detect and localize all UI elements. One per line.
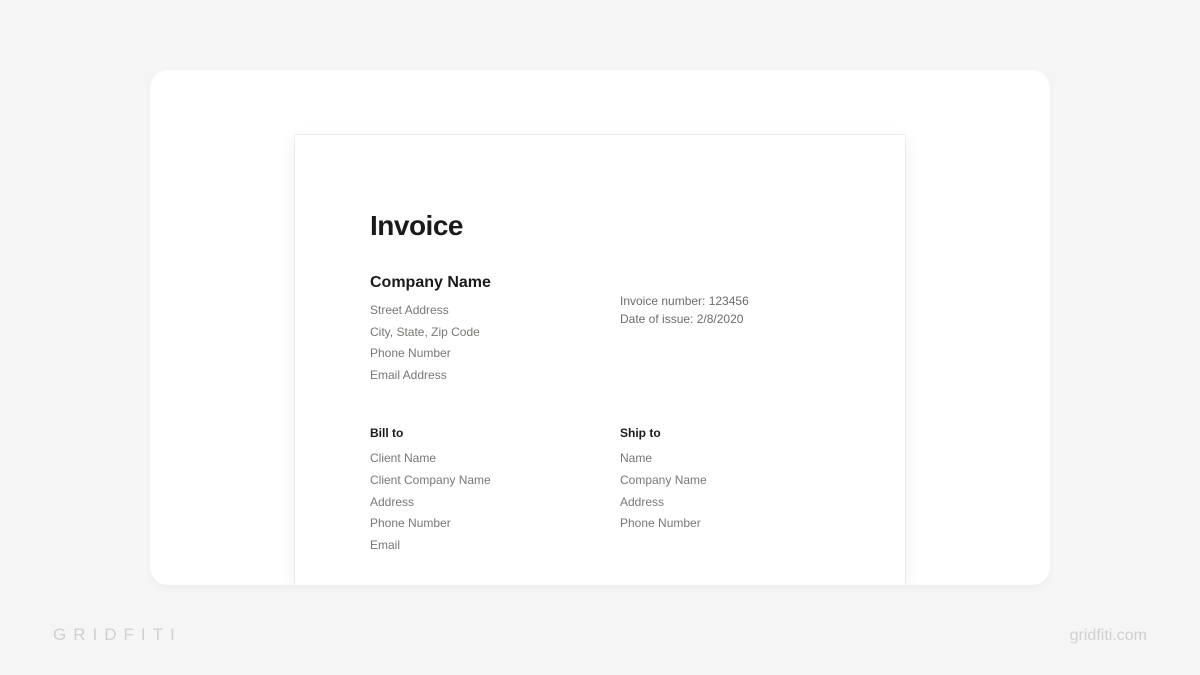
- invoice-document: Invoice Company Name Street Address City…: [295, 135, 905, 585]
- company-block: Company Name Street Address City, State,…: [370, 274, 580, 386]
- bill-to-email: Email: [370, 535, 580, 557]
- watermark-brand: GRIDFITI: [53, 625, 182, 645]
- company-phone: Phone Number: [370, 343, 580, 365]
- company-street: Street Address: [370, 300, 580, 322]
- bill-to-block: Bill to Client Name Client Company Name …: [370, 426, 580, 556]
- bill-to-phone: Phone Number: [370, 513, 580, 535]
- ship-to-block: Ship to Name Company Name Address Phone …: [620, 426, 830, 556]
- ship-to-name: Name: [620, 448, 830, 470]
- page-title: Invoice: [370, 210, 830, 242]
- company-email: Email Address: [370, 365, 580, 387]
- bill-to-title: Bill to: [370, 426, 580, 440]
- ship-to-title: Ship to: [620, 426, 830, 440]
- company-name: Company Name: [370, 274, 580, 292]
- company-city: City, State, Zip Code: [370, 322, 580, 344]
- addresses-row: Bill to Client Name Client Company Name …: [370, 426, 830, 556]
- invoice-date: Date of issue: 2/8/2020: [620, 310, 830, 328]
- ship-to-phone: Phone Number: [620, 513, 830, 535]
- ship-to-company: Company Name: [620, 470, 830, 492]
- header-row: Company Name Street Address City, State,…: [370, 274, 830, 386]
- bill-to-company: Client Company Name: [370, 470, 580, 492]
- bill-to-name: Client Name: [370, 448, 580, 470]
- invoice-number: Invoice number: 123456: [620, 292, 830, 310]
- bill-to-address: Address: [370, 492, 580, 514]
- invoice-meta: Invoice number: 123456 Date of issue: 2/…: [620, 274, 830, 386]
- ship-to-address: Address: [620, 492, 830, 514]
- preview-card: Invoice Company Name Street Address City…: [150, 70, 1050, 585]
- watermark-url: gridfiti.com: [1070, 627, 1147, 645]
